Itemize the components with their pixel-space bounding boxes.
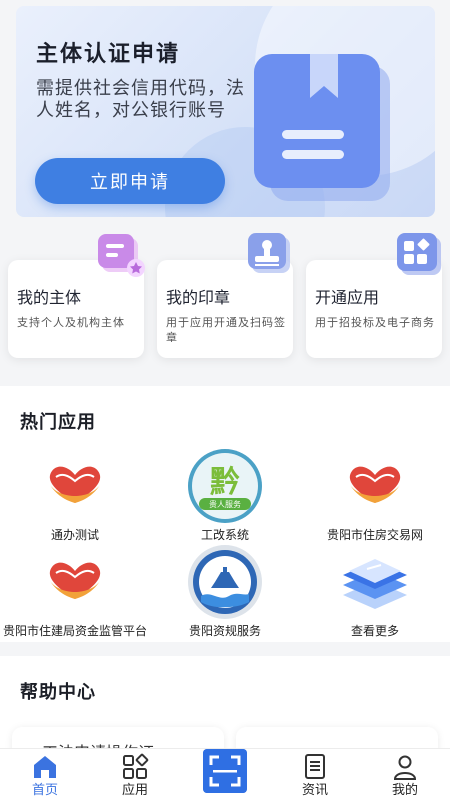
app-tile[interactable]: 贵阳资规服务 xyxy=(150,544,300,638)
app-label: 贵阳市住建局资金监管平台 xyxy=(2,624,147,638)
nav-scan[interactable] xyxy=(180,749,270,800)
scan-icon xyxy=(203,749,247,793)
app-label: 贵阳市住房交易网 xyxy=(326,528,423,542)
bottom-nav: 首页 应用 资讯 我的 xyxy=(0,748,450,800)
apps-grid-icon xyxy=(397,233,441,275)
app-label: 查看更多 xyxy=(350,624,399,638)
section-title: 帮助中心 xyxy=(20,682,96,703)
app-tile[interactable]: 贵阳市住建局资金监管平台 xyxy=(0,544,150,638)
red-heart-hands-icon xyxy=(37,448,113,524)
card-open-app[interactable]: 开通应用 用于招投标及电子商务 xyxy=(306,233,442,358)
svg-text:黔: 黔 xyxy=(210,465,240,500)
app-tile[interactable]: 查看更多 xyxy=(300,544,450,638)
app-label: 贵阳资规服务 xyxy=(188,624,261,638)
nav-home[interactable]: 首页 xyxy=(0,749,90,800)
layers-stack-icon xyxy=(337,544,413,620)
section-title: 热门应用 xyxy=(20,412,96,433)
nav-apps[interactable]: 应用 xyxy=(90,749,180,800)
app-label: 工改系统 xyxy=(200,528,249,542)
nav-news[interactable]: 资讯 xyxy=(270,749,360,800)
apps-icon xyxy=(123,753,149,779)
nav-label: 首页 xyxy=(31,783,58,798)
card-description: 用于招投标及电子商务 xyxy=(315,316,435,329)
red-heart-hands-icon xyxy=(337,448,413,524)
app-label: 通办测试 xyxy=(50,528,99,542)
profile-card-icon xyxy=(98,234,145,277)
news-icon xyxy=(305,754,325,779)
card-description: 用于应用开通及扫码签章 xyxy=(166,316,286,344)
bookmark-book-icon xyxy=(254,54,390,201)
certification-banner: 主体认证申请 需提供社会信用代码，法人姓名，对公银行账号 立即申请 xyxy=(16,6,435,217)
card-title: 开通应用 xyxy=(315,288,380,307)
card-my-seal[interactable]: 我的印章 用于应用开通及扫码签章 xyxy=(157,233,293,358)
banner-description: 需提供社会信用代码，法人姓名，对公银行账号 xyxy=(36,78,245,121)
red-heart-hands-icon xyxy=(37,544,113,620)
pagoda-wave-icon xyxy=(187,544,263,620)
user-icon xyxy=(393,755,417,780)
nav-mine[interactable]: 我的 xyxy=(360,749,450,800)
nav-label: 我的 xyxy=(391,783,418,798)
nav-label: 应用 xyxy=(121,783,148,798)
home-icon xyxy=(34,756,56,778)
card-description: 支持个人及机构主体 xyxy=(17,316,125,329)
banner-title: 主体认证申请 xyxy=(36,42,181,67)
card-title: 我的印章 xyxy=(166,288,231,307)
qian-logo-icon: 黔 贵人服务 xyxy=(187,448,263,524)
app-tile[interactable]: 通办测试 xyxy=(0,448,150,542)
hot-apps-section: 热门应用 通办测试 黔 贵人服务 工改系统 贵阳市住房交易网 贵阳市住建局资金监… xyxy=(0,386,450,642)
app-badge: 贵人服务 xyxy=(209,499,241,509)
nav-label: 资讯 xyxy=(301,783,328,798)
app-tile[interactable]: 贵阳市住房交易网 xyxy=(300,448,450,542)
app-tile[interactable]: 黔 贵人服务 工改系统 xyxy=(150,448,300,542)
apply-now-button[interactable]: 立即申请 xyxy=(35,158,225,204)
card-my-entity[interactable]: 我的主体 支持个人及机构主体 xyxy=(8,234,145,358)
card-title: 我的主体 xyxy=(17,288,82,307)
seal-stamp-icon xyxy=(248,233,290,273)
